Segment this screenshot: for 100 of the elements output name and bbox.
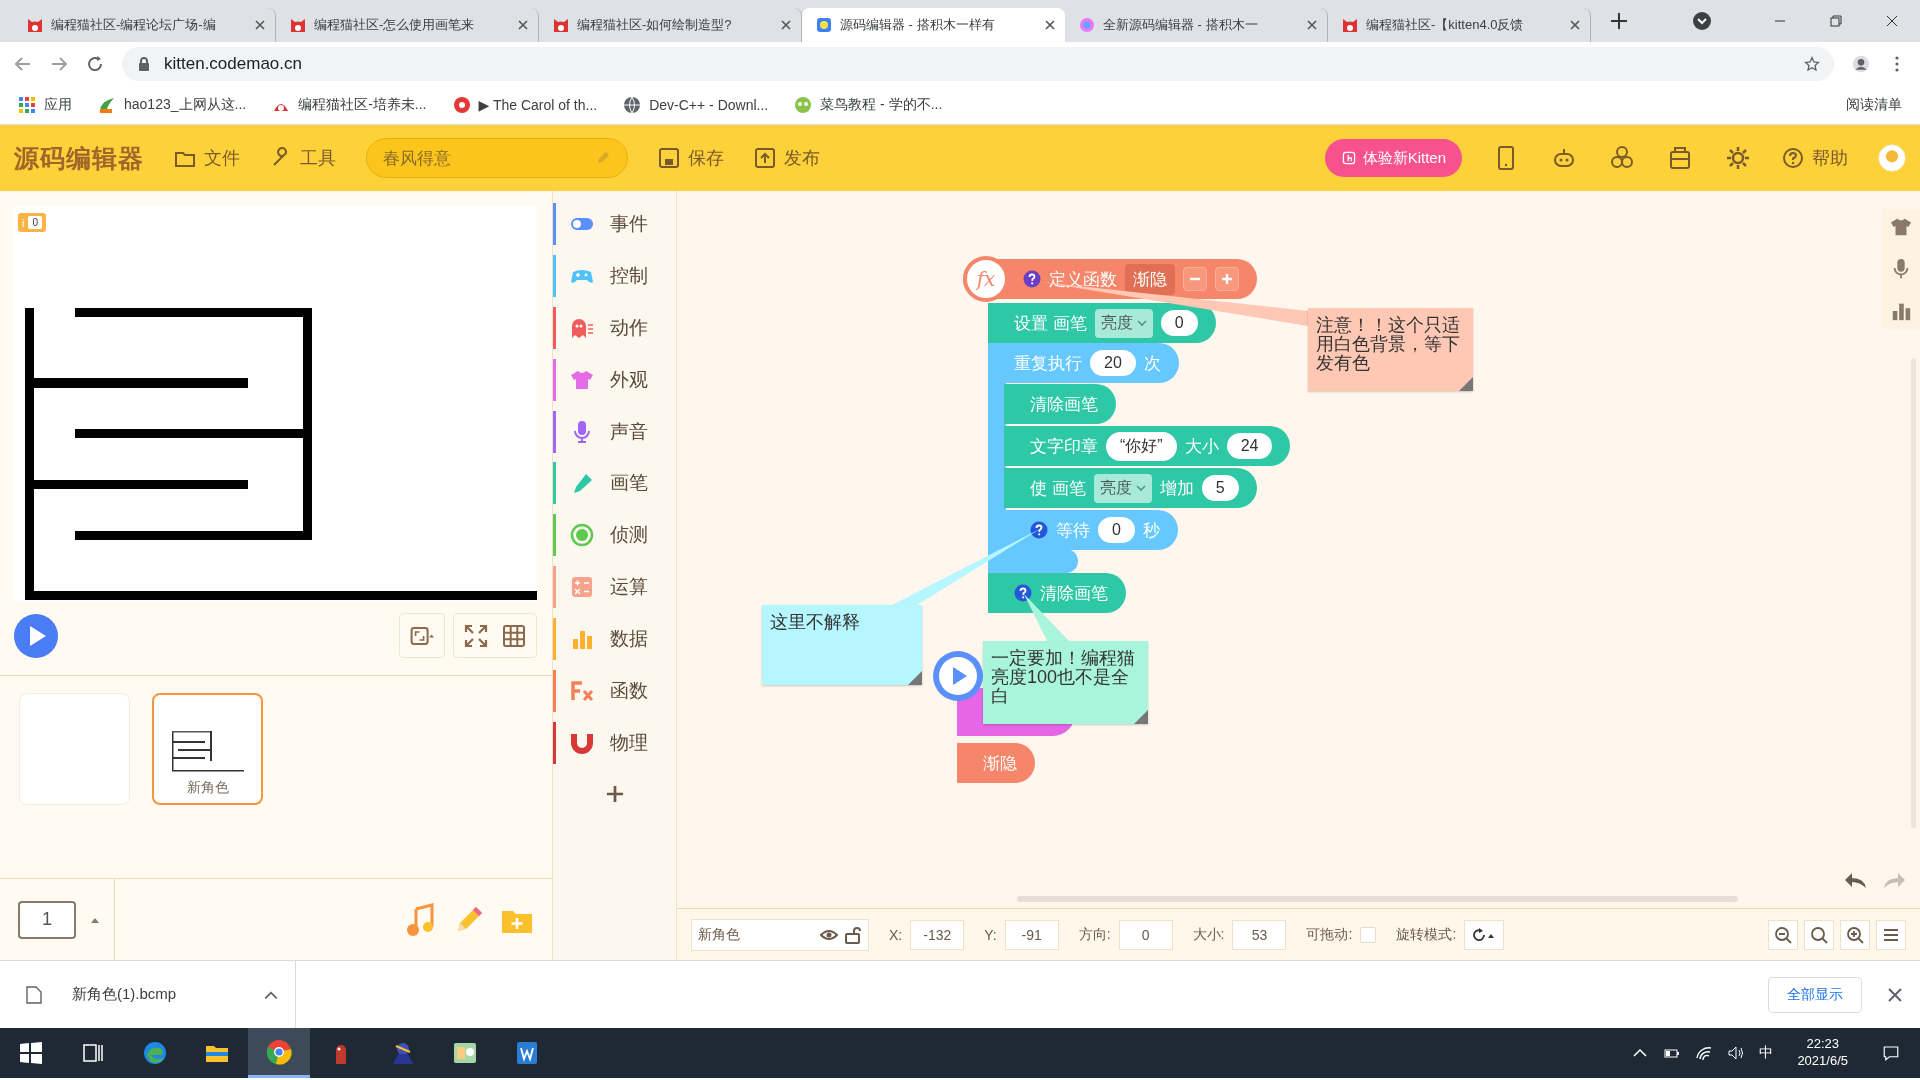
download-file-name[interactable]: 新角色(1).bcmp [72, 985, 233, 1004]
number-field[interactable]: 0 [1118, 919, 1173, 950]
pencil-icon [595, 150, 611, 166]
block-input[interactable]: 20 [1090, 350, 1136, 376]
draggable-checkbox[interactable] [1360, 926, 1377, 943]
comment-text: 注意！！这个只适用白色背景，等下发有色 [1316, 316, 1461, 373]
field-label: X: [889, 926, 903, 943]
profile-icon[interactable] [1852, 54, 1870, 73]
close-icon[interactable] [781, 20, 791, 30]
restore-icon[interactable] [1830, 15, 1842, 27]
number-field[interactable]: 53 [1232, 919, 1287, 950]
tab-search-icon[interactable] [1692, 11, 1712, 31]
document-icon[interactable] [514, 1040, 540, 1066]
resize-handle-icon[interactable] [1134, 710, 1148, 724]
variable-value: 0 [28, 216, 42, 229]
help-link[interactable]: 帮助 [1812, 146, 1848, 170]
menu-item[interactable]: 文件 [204, 146, 240, 170]
plus-icon [1221, 273, 1233, 285]
block-input[interactable]: 24 [1226, 433, 1273, 459]
block-input[interactable]: 5 [1201, 475, 1239, 501]
bookmark-link[interactable]: 菜鸟教程 - 学的不... [820, 95, 943, 114]
leaf-icon[interactable] [98, 95, 116, 114]
favicon-icon [1342, 17, 1358, 33]
upload-icon[interactable] [754, 147, 776, 169]
help-icon[interactable] [1782, 147, 1804, 169]
search-icon[interactable] [1810, 925, 1828, 944]
comment-card[interactable]: 这里不解释 [762, 605, 922, 685]
show-all-button[interactable]: 全部显示 [1768, 976, 1862, 1013]
favicon-icon [553, 17, 569, 33]
resize-handle-icon[interactable] [1459, 377, 1473, 391]
gear-icon[interactable] [1724, 144, 1752, 172]
zoom-in-icon[interactable] [1846, 925, 1864, 944]
scene-selector[interactable]: 1 [18, 900, 76, 939]
zoom-out-icon[interactable] [1774, 925, 1792, 944]
comment-text: 这里不解释 [770, 613, 861, 632]
wifi-icon[interactable] [1695, 1044, 1714, 1062]
back-icon[interactable] [14, 54, 32, 73]
menu-item[interactable]: 工具 [300, 146, 336, 170]
toolbar-action[interactable]: 保存 [688, 146, 724, 170]
chrome-icon[interactable] [266, 1038, 292, 1065]
close-icon[interactable] [1886, 15, 1898, 27]
rotation-mode-dropdown[interactable] [1464, 919, 1505, 950]
reload-icon[interactable] [86, 54, 104, 73]
globe-icon[interactable] [623, 95, 642, 114]
block-input[interactable]: 0 [1160, 310, 1198, 336]
block-input[interactable]: “你好” [1106, 431, 1177, 461]
bookmark-link[interactable]: 应用 [44, 95, 72, 114]
chevron-icon [1136, 319, 1147, 327]
function-icon [570, 679, 594, 703]
close-icon[interactable] [1570, 20, 1580, 30]
play-icon[interactable] [14, 613, 58, 658]
help-icon[interactable] [1014, 584, 1032, 602]
volume-icon[interactable] [1727, 1044, 1746, 1062]
help-icon[interactable] [1023, 270, 1041, 288]
number-field[interactable]: -132 [910, 919, 965, 950]
add-icon[interactable] [605, 784, 624, 803]
start-hat-block[interactable] [933, 651, 983, 701]
browser-tab[interactable]: 源码编辑器 - 搭积木一样有 [802, 8, 1065, 42]
comment-card[interactable]: 注意！！这个只适用白色背景，等下发有色 [1308, 308, 1473, 391]
block-input[interactable]: 0 [1098, 517, 1135, 543]
sprite-card[interactable]: 新角色 [152, 693, 263, 805]
browser-icon[interactable] [142, 1040, 168, 1066]
bookmark-link[interactable]: 编程猫社区-培养未... [298, 95, 427, 114]
toolbar-action[interactable]: 发布 [784, 146, 820, 170]
close-icon[interactable] [1888, 987, 1902, 1002]
app-icon[interactable] [390, 1040, 416, 1066]
bookmark-link[interactable]: ▶ The Carol of th... [478, 96, 598, 113]
lock-icon[interactable] [844, 925, 862, 944]
apps-grid-icon[interactable] [18, 95, 36, 114]
start-icon[interactable] [18, 1040, 44, 1066]
star-icon[interactable] [1804, 55, 1820, 72]
grid-icon[interactable] [502, 623, 526, 648]
bookmark-link[interactable]: Dev-C++ - Downl... [649, 96, 769, 113]
help-icon[interactable] [1030, 521, 1048, 539]
new-tab-icon[interactable] [1609, 11, 1629, 31]
reading-list-link[interactable]: 阅读清单 [1846, 95, 1902, 114]
clock-time[interactable]: 22:23 [1806, 1036, 1839, 1053]
notification-icon[interactable] [1882, 1044, 1900, 1062]
block-dropdown[interactable]: 亮度 [1094, 308, 1153, 338]
save-icon[interactable] [658, 147, 680, 169]
block-dropdown[interactable]: 亮度 [1093, 473, 1152, 503]
bookmark-link[interactable]: hao123_上网从这... [124, 95, 247, 114]
close-icon[interactable] [1045, 20, 1055, 30]
app-icon[interactable] [452, 1040, 478, 1066]
sprite-name-field[interactable]: 新角色 [691, 918, 869, 951]
scrollbar[interactable] [1017, 896, 1738, 902]
comment-text: 一定要加！编程猫亮度100也不是全白 [991, 649, 1136, 706]
clock-date[interactable]: 2021/6/5 [1797, 1053, 1848, 1070]
close-icon[interactable] [255, 20, 265, 30]
field-label: 方向: [1078, 925, 1111, 944]
forward-icon[interactable] [50, 54, 68, 73]
input-method-indicator[interactable]: 中 [1759, 1044, 1774, 1062]
close-icon[interactable] [1307, 20, 1317, 30]
lock-icon [136, 55, 152, 72]
address-bar[interactable]: kitten.codemao.cn [122, 46, 1834, 81]
fullscreen-icon[interactable] [464, 623, 488, 648]
music-icon[interactable] [452, 95, 471, 114]
resize-handle-icon[interactable] [908, 671, 922, 685]
number-field[interactable]: -91 [1004, 919, 1059, 950]
close-icon[interactable] [518, 20, 528, 30]
